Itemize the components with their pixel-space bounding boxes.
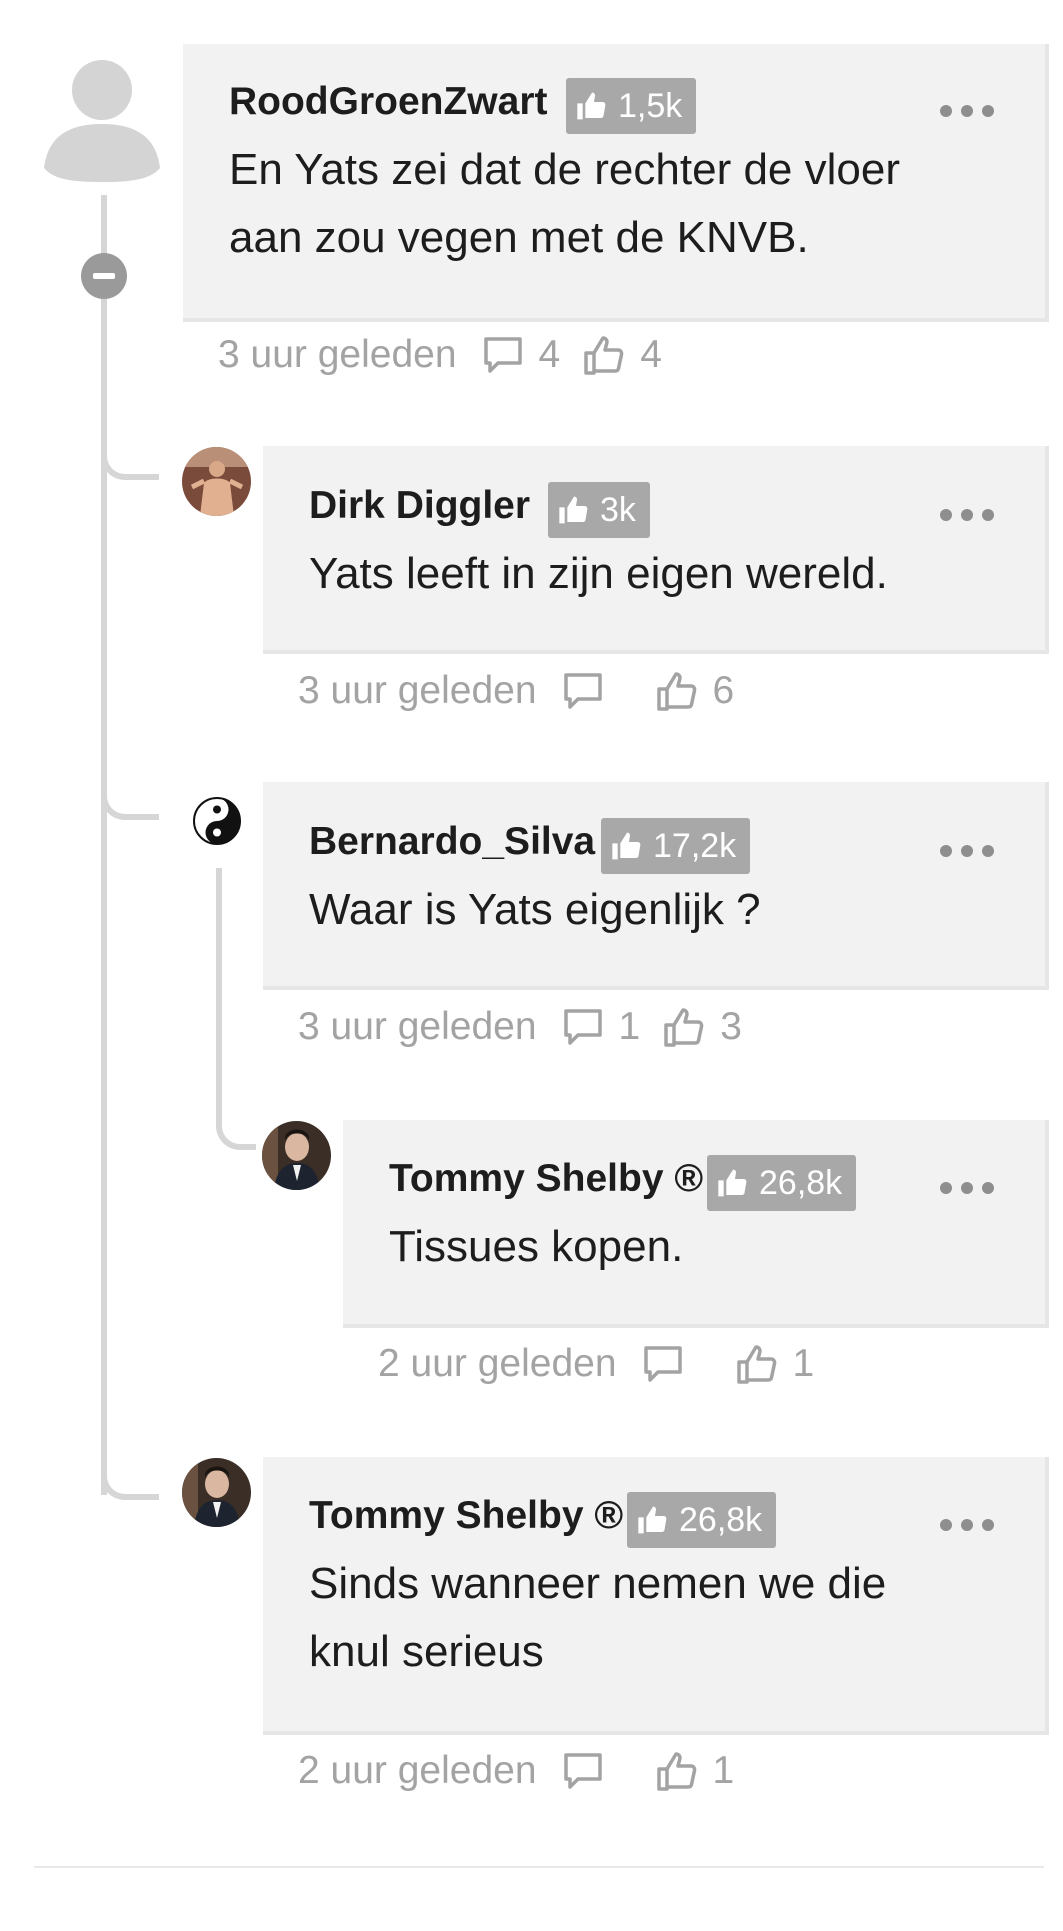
- comment-text: Yats leeft in zijn eigen wereld.: [309, 540, 888, 608]
- avatar-tommy[interactable]: [262, 1121, 331, 1190]
- thread-line-main: [101, 195, 107, 1495]
- comment-text-line: aan zou vegen met de KNVB.: [229, 213, 809, 262]
- more-dots-icon[interactable]: [940, 1515, 994, 1535]
- thumbs-up-icon: [559, 496, 588, 524]
- comment-meta: 3 uur geleden 1 3: [298, 1005, 742, 1049]
- comment-text-line: knul serieus: [309, 1627, 544, 1676]
- avatar-tommy[interactable]: [182, 1458, 251, 1527]
- more-dots-icon[interactable]: [940, 101, 994, 121]
- thread-elbow-dirk: [101, 420, 159, 480]
- thumbs-up-icon: [638, 1506, 667, 1534]
- comment-username[interactable]: Bernardo_Silva: [309, 820, 595, 864]
- comment-time: 2 uur geleden: [298, 1749, 537, 1792]
- badge-count: 26,8k: [679, 1500, 763, 1539]
- collapse-minus-icon: [93, 273, 115, 279]
- user-badge: 17,2k: [601, 818, 751, 874]
- comment-text: Sinds wanneer nemen we die knul serieus: [309, 1550, 886, 1686]
- comment-text-line: Waar is Yats eigenlijk ?: [309, 885, 761, 934]
- comment-text: Tissues kopen.: [389, 1213, 683, 1281]
- reply-bubble-icon[interactable]: [561, 1749, 605, 1793]
- thread-elbow-tommy-1: [216, 1090, 256, 1150]
- thumbs-up-icon[interactable]: [662, 1005, 706, 1049]
- more-dots-icon[interactable]: [940, 1178, 994, 1198]
- reply-count: 4: [538, 333, 561, 376]
- thread-line-sub: [216, 868, 222, 1128]
- thumbs-up-icon: [577, 92, 606, 120]
- comment-meta: 2 uur geleden 1: [298, 1749, 734, 1793]
- comment-username[interactable]: RoodGroenZwart: [229, 80, 548, 124]
- reply-count: 1: [618, 1005, 641, 1048]
- comment-time: 3 uur geleden: [298, 669, 537, 712]
- comment-text-line: Yats leeft in zijn eigen wereld.: [309, 549, 888, 598]
- more-dots-icon[interactable]: [940, 505, 994, 525]
- avatar-default[interactable]: [40, 48, 164, 182]
- comment-meta: 3 uur geleden 6: [298, 669, 734, 713]
- reply-bubble-icon[interactable]: [481, 333, 525, 377]
- thumbs-up-icon[interactable]: [655, 1749, 699, 1793]
- comment-time: 2 uur geleden: [378, 1342, 617, 1385]
- collapse-button[interactable]: [81, 253, 127, 299]
- thumbs-up-icon: [612, 832, 641, 860]
- user-badge: 3k: [548, 482, 650, 538]
- reply-bubble-icon[interactable]: [561, 1005, 605, 1049]
- comment-time: 3 uur geleden: [218, 333, 457, 376]
- thread-elbow-bernardo: [101, 760, 159, 820]
- badge-count: 1,5k: [618, 86, 683, 125]
- avatar-dirk[interactable]: [182, 447, 251, 516]
- comment-text: En Yats zei dat de rechter de vloer aan …: [229, 136, 900, 272]
- comment-meta: 2 uur geleden 1: [378, 1342, 814, 1386]
- user-badge: 1,5k: [566, 78, 697, 134]
- more-dots-icon[interactable]: [940, 841, 994, 861]
- badge-count: 26,8k: [759, 1163, 843, 1202]
- like-count: 3: [720, 1005, 742, 1048]
- like-count: 1: [792, 1342, 815, 1385]
- comment-text-line: En Yats zei dat de rechter de vloer: [229, 145, 900, 194]
- section-divider: [34, 1866, 1044, 1868]
- thumbs-up-icon[interactable]: [655, 669, 699, 713]
- thumbs-up-icon[interactable]: [582, 333, 626, 377]
- thumbs-up-icon[interactable]: [735, 1342, 779, 1386]
- badge-count: 3k: [600, 490, 636, 529]
- comment-username[interactable]: Dirk Diggler: [309, 484, 530, 528]
- like-count: 4: [640, 333, 662, 376]
- badge-count: 17,2k: [653, 826, 737, 865]
- thumbs-up-icon: [718, 1169, 747, 1197]
- user-badge: 26,8k: [707, 1155, 857, 1211]
- user-badge: 26,8k: [627, 1492, 777, 1548]
- comment-text: Waar is Yats eigenlijk ?: [309, 876, 761, 944]
- reply-bubble-icon[interactable]: [641, 1342, 685, 1386]
- like-count: 1: [712, 1749, 735, 1792]
- comment-text-line: Tissues kopen.: [389, 1222, 684, 1271]
- comment-username[interactable]: Tommy Shelby ®: [309, 1494, 623, 1538]
- thread-elbow-tommy-2: [101, 1440, 159, 1500]
- reply-bubble-icon[interactable]: [561, 669, 605, 713]
- comment-time: 3 uur geleden: [298, 1005, 537, 1048]
- like-count: 6: [712, 669, 735, 712]
- avatar-yin-yang[interactable]: [192, 796, 242, 846]
- comment-meta: 3 uur geleden 4 4: [218, 333, 662, 377]
- comment-username[interactable]: Tommy Shelby ®: [389, 1157, 703, 1201]
- comment-text-line: Sinds wanneer nemen we die: [309, 1559, 887, 1608]
